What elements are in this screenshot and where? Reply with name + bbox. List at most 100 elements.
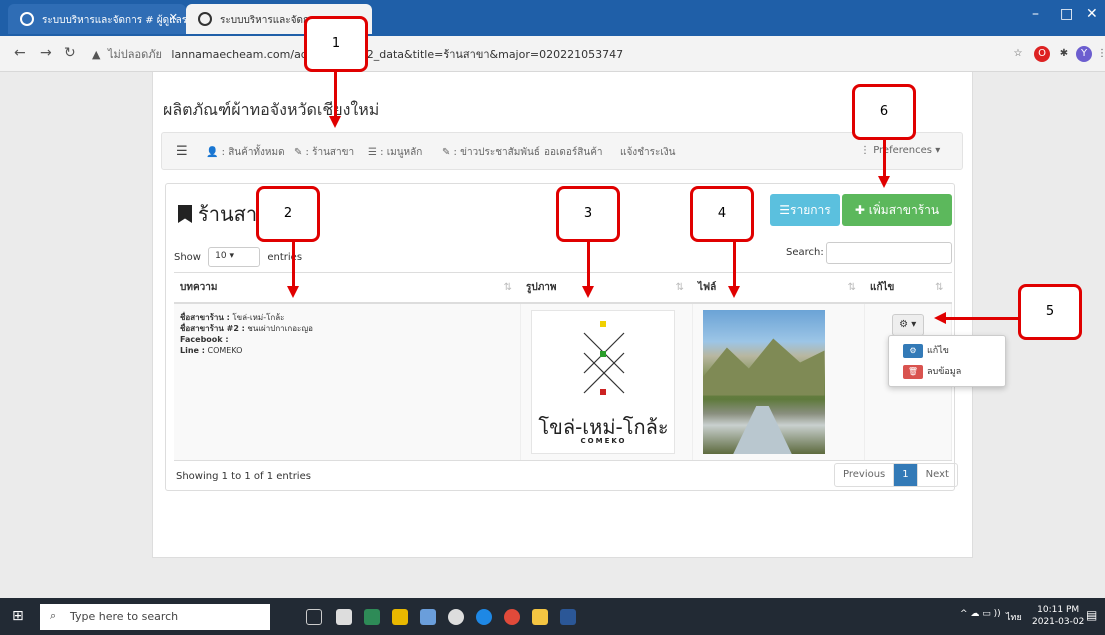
tab-title: ระบบบริหารและจัดการ # ผู้ดูแลระบบ bbox=[42, 15, 186, 26]
taskbar-clock[interactable]: 10:11 PM 2021-03-02 bbox=[1032, 604, 1084, 628]
actions-gear-button[interactable]: ⚙ ▾ bbox=[891, 313, 924, 336]
gear-icon: ⚙ bbox=[903, 343, 923, 358]
back-icon[interactable]: ← bbox=[14, 45, 26, 61]
arrow-head bbox=[329, 116, 341, 128]
column-header-file[interactable]: ไฟล์ ⇅ bbox=[692, 272, 864, 304]
callout-3: 3 bbox=[556, 186, 620, 242]
warning-icon: ▲ bbox=[92, 48, 101, 61]
star-icon[interactable]: ☆ bbox=[1010, 46, 1026, 62]
close-tab-icon[interactable]: ✕ bbox=[169, 11, 178, 24]
image-cell: โขล่-เหม่-โกล้ะ COMEKO bbox=[520, 302, 693, 461]
callout-arrow bbox=[946, 317, 1018, 320]
nav-item-payment[interactable]: แจ้งชำระเงิน bbox=[620, 145, 675, 160]
callout-1: 1 bbox=[304, 16, 368, 72]
nav-item-all-products[interactable]: 👤 : สินค้าทั้งหมด bbox=[206, 145, 285, 160]
mail-icon[interactable] bbox=[336, 609, 352, 625]
add-branch-button[interactable]: ✚ เพิ่มสาขาร้าน bbox=[842, 194, 952, 226]
branch-photo bbox=[702, 309, 825, 454]
arrow-head bbox=[287, 286, 299, 298]
page-1-button[interactable]: 1 bbox=[894, 464, 918, 486]
profile-avatar[interactable]: Y bbox=[1076, 46, 1092, 62]
logo-pattern bbox=[583, 320, 624, 395]
callout-arrow bbox=[334, 72, 337, 116]
branch-logo: โขล่-เหม่-โกล้ะ COMEKO bbox=[530, 309, 675, 454]
bookmark-icon bbox=[178, 205, 192, 223]
box-title: ร้านสา bbox=[178, 198, 257, 230]
site-icon bbox=[20, 12, 34, 26]
menu-icon[interactable]: ⋮ bbox=[1094, 46, 1105, 62]
callout-4: 4 bbox=[690, 186, 754, 242]
callout-arrow bbox=[733, 242, 736, 286]
actions-dropdown: ⚙ แก้ไข 🗑 ลบข้อมูล bbox=[888, 335, 1006, 387]
next-page-button[interactable]: Next bbox=[918, 464, 957, 486]
app-icon[interactable] bbox=[420, 609, 436, 625]
showing-info: Showing 1 to 1 of 1 entries bbox=[176, 471, 311, 482]
globe-icon bbox=[198, 12, 212, 26]
taskbar-search[interactable]: ⌕ Type here to search bbox=[40, 604, 270, 630]
callout-arrow bbox=[292, 242, 295, 286]
search-label: Search: bbox=[786, 247, 824, 258]
callout-6: 6 bbox=[852, 84, 916, 140]
extensions-icon[interactable]: ✱ bbox=[1056, 46, 1072, 62]
app-icon[interactable] bbox=[364, 609, 380, 625]
search-icon: ⌕ bbox=[50, 609, 57, 622]
sort-icon[interactable]: ⇅ bbox=[935, 282, 943, 293]
page-title: ผลิตภัณฑ์ผ้าทอจังหวัดเชียงใหม่ bbox=[163, 100, 380, 119]
minimize-icon[interactable]: – bbox=[1032, 6, 1039, 22]
trash-icon: 🗑 bbox=[903, 364, 923, 379]
browser-tab[interactable]: ระบบบริหารและจัดการ # ผู้ดูแลระบบ ✕ bbox=[8, 4, 186, 34]
arrow-head bbox=[728, 286, 740, 298]
entries-select[interactable]: 10 ▾ bbox=[208, 247, 261, 267]
column-header-image[interactable]: รูปภาพ ⇅ bbox=[520, 272, 692, 304]
list-icon[interactable]: ☰ bbox=[176, 144, 188, 159]
edit-menu-item[interactable]: ⚙ แก้ไข bbox=[903, 343, 949, 358]
system-tray[interactable]: ^ ☁ ▭ )) bbox=[960, 609, 1001, 619]
callout-arrow bbox=[587, 242, 590, 286]
opera-icon[interactable]: O bbox=[1034, 46, 1050, 62]
nav-item-main-menu[interactable]: ☰ : เมนูหลัก bbox=[368, 145, 422, 160]
delete-menu-item[interactable]: 🗑 ลบข้อมูล bbox=[903, 364, 961, 379]
search-input[interactable] bbox=[826, 242, 952, 264]
sort-icon[interactable]: ⇅ bbox=[504, 282, 512, 293]
security-label: ไม่ปลอดภัย bbox=[107, 48, 162, 61]
content-panel: ผลิตภัณฑ์ผ้าทอจังหวัดเชียงใหม่ ☰ 👤 : สิน… bbox=[152, 72, 973, 558]
entries-control: Show 10 ▾ entries bbox=[174, 247, 302, 267]
chrome-icon[interactable] bbox=[504, 609, 520, 625]
url-text: lannamaecheam.com/adnoc...ws442_data&tit… bbox=[171, 48, 624, 61]
nav-item-orders[interactable]: ออเดอร์สินค้า bbox=[544, 145, 603, 160]
task-view-icon[interactable] bbox=[306, 609, 322, 625]
list-button[interactable]: ☰รายการ bbox=[770, 194, 840, 226]
maximize-icon[interactable]: □ bbox=[1060, 6, 1073, 22]
browser-tabbar: ระบบบริหารและจัดการ # ผู้ดูแลระบบ ✕ ระบบ… bbox=[0, 0, 1105, 36]
app-icon[interactable] bbox=[392, 609, 408, 625]
sort-icon[interactable]: ⇅ bbox=[676, 282, 684, 293]
windows-start-icon[interactable]: ⊞ bbox=[12, 608, 24, 624]
app-icon[interactable] bbox=[448, 609, 464, 625]
forward-icon[interactable]: → bbox=[40, 45, 52, 61]
admin-navbar: ☰ 👤 : สินค้าทั้งหมด ✎ : ร้านสาขา ☰ : เมน… bbox=[161, 132, 963, 170]
arrow-head bbox=[934, 312, 946, 324]
prev-page-button[interactable]: Previous bbox=[835, 464, 895, 486]
column-header-edit[interactable]: แก้ไข ⇅ bbox=[864, 272, 952, 304]
sort-icon[interactable]: ⇅ bbox=[848, 282, 856, 293]
word-icon[interactable] bbox=[560, 609, 576, 625]
notification-icon[interactable]: ▤ bbox=[1086, 608, 1097, 622]
logo-subtext: COMEKO bbox=[580, 436, 627, 445]
edge-icon[interactable] bbox=[476, 609, 492, 625]
arrow-head bbox=[878, 176, 890, 188]
file-explorer-icon[interactable] bbox=[532, 609, 548, 625]
callout-2: 2 bbox=[256, 186, 320, 242]
language-indicator[interactable]: ไทย bbox=[1006, 610, 1022, 624]
file-cell bbox=[692, 302, 865, 461]
nav-item-news[interactable]: ✎ : ข่าวประชาสัมพันธ์ bbox=[442, 145, 540, 160]
column-header-article[interactable]: บทความ ⇅ bbox=[174, 272, 520, 304]
windows-taskbar: ⊞ ⌕ Type here to search ^ ☁ ▭ )) ไทย 10:… bbox=[0, 598, 1105, 635]
branch-table: บทความ ⇅ รูปภาพ ⇅ ไฟล์ ⇅ แก้ไข ⇅ ชื่อสาขาร้า… bbox=[174, 272, 952, 461]
table-row: ชื่อสาขาร้าน : โขล่-เหม่-โกล้ะ ชื่อสาขาร… bbox=[174, 302, 952, 461]
close-window-icon[interactable]: ✕ bbox=[1086, 6, 1098, 22]
reload-icon[interactable]: ↻ bbox=[64, 45, 76, 61]
address-bar: ← → ↻ ▲ ไม่ปลอดภัย lannamaecheam.com/adn… bbox=[0, 36, 1105, 72]
preferences-menu[interactable]: ⋮ Preferences ▾ bbox=[860, 145, 940, 156]
nav-item-branches[interactable]: ✎ : ร้านสาขา bbox=[294, 145, 354, 160]
callout-arrow bbox=[883, 140, 886, 176]
